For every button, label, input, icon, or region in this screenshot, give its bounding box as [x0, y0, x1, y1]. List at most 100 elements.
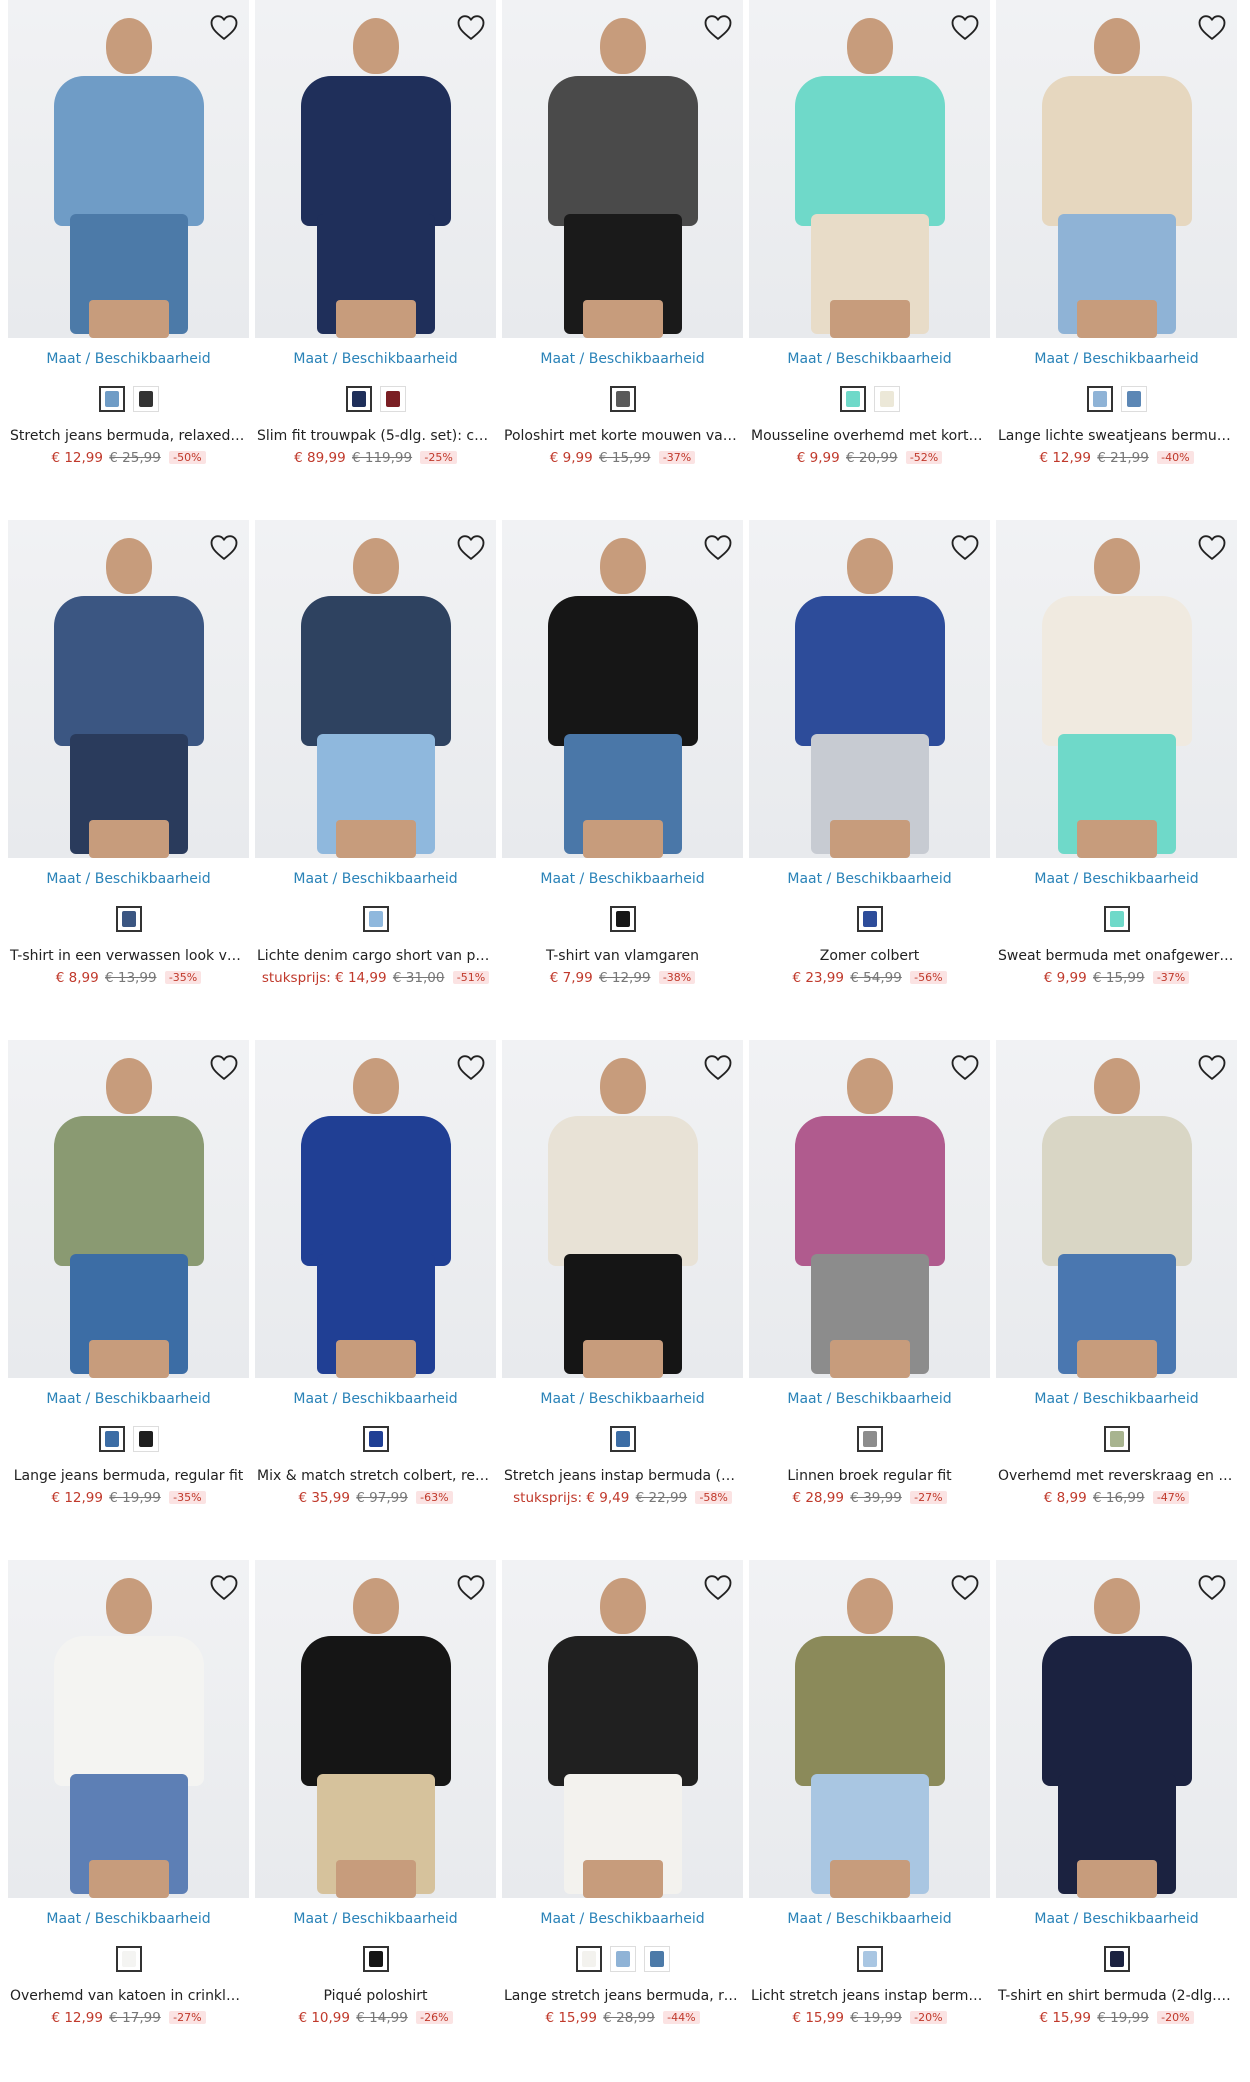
product-card[interactable]: Maat / Beschikbaarheid Licht stretch jea…: [749, 1560, 990, 2080]
product-title[interactable]: Linnen broek regular fit: [749, 1468, 990, 1488]
color-swatch[interactable]: [575, 1946, 602, 1972]
color-swatch[interactable]: [1120, 386, 1147, 412]
product-title[interactable]: T-shirt van vlamgaren: [502, 948, 743, 968]
product-image[interactable]: [996, 520, 1237, 858]
color-swatch[interactable]: [345, 386, 372, 412]
wishlist-heart-icon[interactable]: [701, 1570, 735, 1604]
product-card[interactable]: Maat / Beschikbaarheid T-shirt in een ve…: [8, 520, 249, 1040]
wishlist-heart-icon[interactable]: [948, 1050, 982, 1084]
product-title[interactable]: Sweat bermuda met onafgewerkte zoom: [996, 948, 1237, 968]
wishlist-heart-icon[interactable]: [701, 1050, 735, 1084]
wishlist-heart-icon[interactable]: [1195, 1050, 1229, 1084]
size-availability-link[interactable]: Maat / Beschikbaarheid: [749, 1911, 990, 1929]
size-availability-link[interactable]: Maat / Beschikbaarheid: [502, 351, 743, 369]
product-image[interactable]: [996, 0, 1237, 338]
product-title[interactable]: Mousseline overhemd met korte mouwen: [749, 428, 990, 448]
product-title[interactable]: Piqué poloshirt: [255, 1988, 496, 2008]
color-swatch[interactable]: [362, 1426, 389, 1452]
product-card[interactable]: Maat / Beschikbaarheid Lange jeans bermu…: [8, 1040, 249, 1560]
product-image[interactable]: [8, 520, 249, 858]
color-swatch[interactable]: [609, 386, 636, 412]
size-availability-link[interactable]: Maat / Beschikbaarheid: [502, 1911, 743, 1929]
product-card[interactable]: Maat / Beschikbaarheid Overhemd met reve…: [996, 1040, 1237, 1560]
color-swatch[interactable]: [1086, 386, 1113, 412]
color-swatch[interactable]: [132, 386, 159, 412]
product-card[interactable]: Maat / Beschikbaarheid Lange lichte swea…: [996, 0, 1237, 520]
product-card[interactable]: Maat / Beschikbaarheid Piqué poloshirt €…: [255, 1560, 496, 2080]
color-swatch[interactable]: [1103, 1426, 1130, 1452]
product-image[interactable]: [749, 520, 990, 858]
size-availability-link[interactable]: Maat / Beschikbaarheid: [255, 1391, 496, 1409]
wishlist-heart-icon[interactable]: [454, 10, 488, 44]
size-availability-link[interactable]: Maat / Beschikbaarheid: [502, 871, 743, 889]
size-availability-link[interactable]: Maat / Beschikbaarheid: [749, 351, 990, 369]
wishlist-heart-icon[interactable]: [207, 530, 241, 564]
wishlist-heart-icon[interactable]: [207, 10, 241, 44]
product-title[interactable]: T-shirt en shirt bermuda (2-dlg. set): [996, 1988, 1237, 2008]
size-availability-link[interactable]: Maat / Beschikbaarheid: [749, 871, 990, 889]
color-swatch[interactable]: [362, 1946, 389, 1972]
color-swatch[interactable]: [856, 1946, 883, 1972]
product-title[interactable]: Lichte denim cargo short van puur katoen: [255, 948, 496, 968]
product-card[interactable]: Maat / Beschikbaarheid Stretch jeans ber…: [8, 0, 249, 520]
wishlist-heart-icon[interactable]: [701, 530, 735, 564]
product-card[interactable]: Maat / Beschikbaarheid Sweat bermuda met…: [996, 520, 1237, 1040]
product-image[interactable]: [996, 1040, 1237, 1378]
product-card[interactable]: Maat / Beschikbaarheid Zomer colbert € 2…: [749, 520, 990, 1040]
color-swatch[interactable]: [362, 906, 389, 932]
color-swatch[interactable]: [609, 906, 636, 932]
product-card[interactable]: Maat / Beschikbaarheid Mix & match stret…: [255, 1040, 496, 1560]
product-image[interactable]: [502, 1560, 743, 1898]
color-swatch[interactable]: [1103, 1946, 1130, 1972]
size-availability-link[interactable]: Maat / Beschikbaarheid: [996, 351, 1237, 369]
color-swatch[interactable]: [873, 386, 900, 412]
product-image[interactable]: [8, 0, 249, 338]
size-availability-link[interactable]: Maat / Beschikbaarheid: [8, 1911, 249, 1929]
size-availability-link[interactable]: Maat / Beschikbaarheid: [996, 1911, 1237, 1929]
product-card[interactable]: Maat / Beschikbaarheid Mousseline overhe…: [749, 0, 990, 520]
product-card[interactable]: Maat / Beschikbaarheid Overhemd van kato…: [8, 1560, 249, 2080]
product-card[interactable]: Maat / Beschikbaarheid T-shirt en shirt …: [996, 1560, 1237, 2080]
product-image[interactable]: [8, 1040, 249, 1378]
product-title[interactable]: Lange lichte sweatjeans bermuda, regular…: [996, 428, 1237, 448]
product-title[interactable]: Overhemd van katoen in crinkle look met …: [8, 1988, 249, 2008]
product-card[interactable]: Maat / Beschikbaarheid Lichte denim carg…: [255, 520, 496, 1040]
wishlist-heart-icon[interactable]: [1195, 1570, 1229, 1604]
size-availability-link[interactable]: Maat / Beschikbaarheid: [255, 1911, 496, 1929]
product-image[interactable]: [8, 1560, 249, 1898]
color-swatch[interactable]: [643, 1946, 670, 1972]
product-image[interactable]: [996, 1560, 1237, 1898]
size-availability-link[interactable]: Maat / Beschikbaarheid: [996, 871, 1237, 889]
color-swatch[interactable]: [609, 1426, 636, 1452]
product-card[interactable]: Maat / Beschikbaarheid Poloshirt met kor…: [502, 0, 743, 520]
product-title[interactable]: Overhemd met reverskraag en korte mouwen: [996, 1468, 1237, 1488]
product-image[interactable]: [749, 1560, 990, 1898]
wishlist-heart-icon[interactable]: [454, 1050, 488, 1084]
product-image[interactable]: [749, 0, 990, 338]
wishlist-heart-icon[interactable]: [948, 10, 982, 44]
product-title[interactable]: Stretch jeans bermuda, relaxed fit: [8, 428, 249, 448]
size-availability-link[interactable]: Maat / Beschikbaarheid: [255, 351, 496, 369]
product-card[interactable]: Maat / Beschikbaarheid Stretch jeans ins…: [502, 1040, 743, 1560]
wishlist-heart-icon[interactable]: [454, 1570, 488, 1604]
product-image[interactable]: [255, 1040, 496, 1378]
color-swatch[interactable]: [379, 386, 406, 412]
color-swatch[interactable]: [132, 1426, 159, 1452]
product-title[interactable]: Poloshirt met korte mouwen van biologisc…: [502, 428, 743, 448]
wishlist-heart-icon[interactable]: [948, 1570, 982, 1604]
product-image[interactable]: [502, 1040, 743, 1378]
product-card[interactable]: Maat / Beschikbaarheid Slim fit trouwpak…: [255, 0, 496, 520]
color-swatch[interactable]: [98, 1426, 125, 1452]
color-swatch[interactable]: [115, 906, 142, 932]
wishlist-heart-icon[interactable]: [948, 530, 982, 564]
product-image[interactable]: [255, 1560, 496, 1898]
product-title[interactable]: Lange stretch jeans bermuda, regular fit: [502, 1988, 743, 2008]
wishlist-heart-icon[interactable]: [1195, 10, 1229, 44]
size-availability-link[interactable]: Maat / Beschikbaarheid: [255, 871, 496, 889]
size-availability-link[interactable]: Maat / Beschikbaarheid: [749, 1391, 990, 1409]
product-card[interactable]: Maat / Beschikbaarheid Linnen broek regu…: [749, 1040, 990, 1560]
product-title[interactable]: Lange jeans bermuda, regular fit: [8, 1468, 249, 1488]
product-image[interactable]: [255, 520, 496, 858]
wishlist-heart-icon[interactable]: [454, 530, 488, 564]
size-availability-link[interactable]: Maat / Beschikbaarheid: [8, 351, 249, 369]
